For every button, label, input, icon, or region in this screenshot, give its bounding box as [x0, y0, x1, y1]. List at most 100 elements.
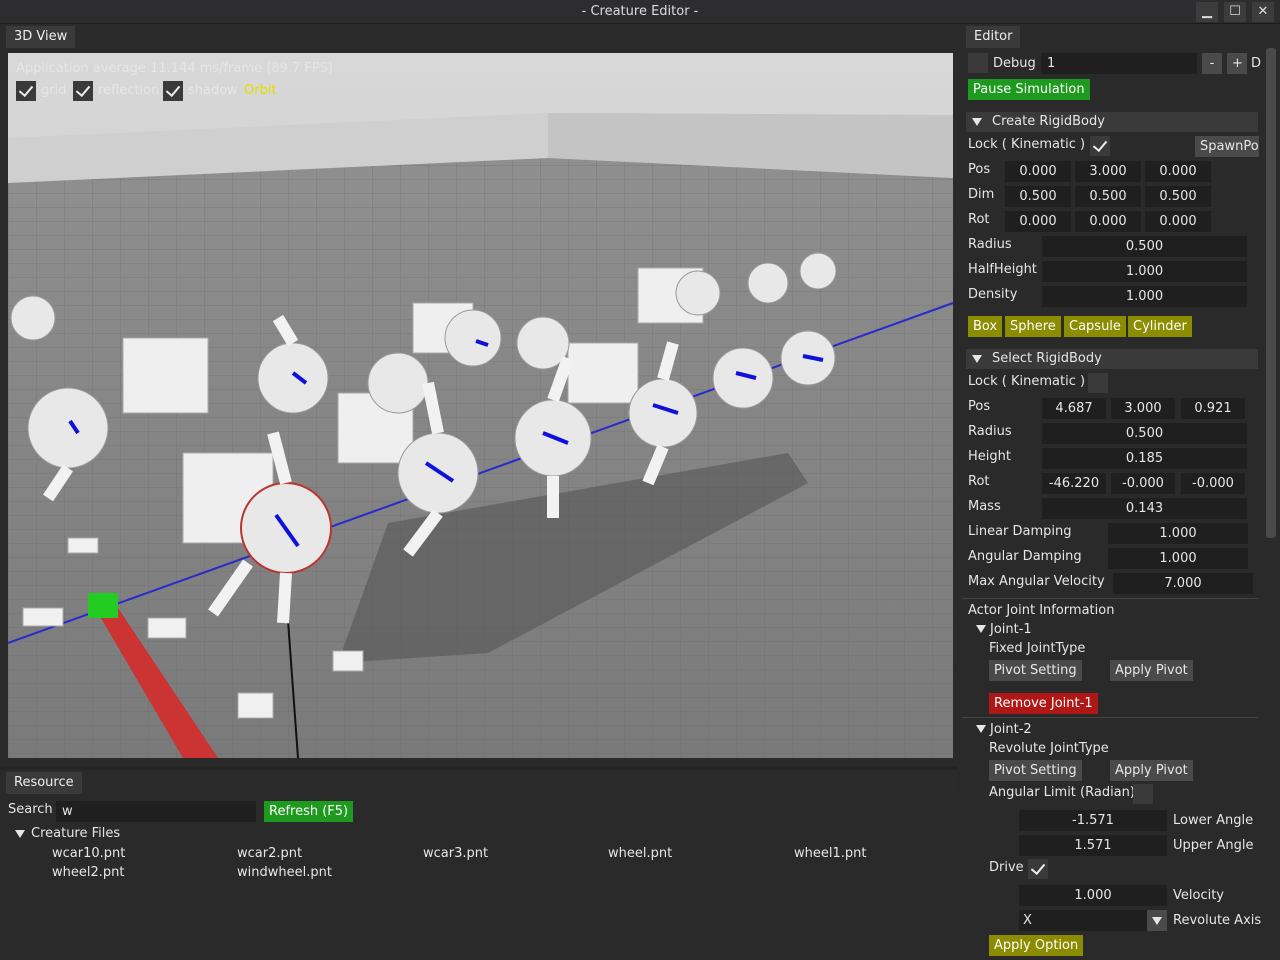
select-radius-input[interactable]: 0.500: [1042, 423, 1247, 444]
create-radius-label: Radius: [968, 237, 1012, 252]
box-button[interactable]: Box: [968, 316, 1003, 337]
create-pos-z[interactable]: 0.000: [1145, 161, 1211, 182]
create-rigidbody-header[interactable]: Create RigidBody: [966, 112, 1258, 132]
title-bar: - Creature Editor - ▁ ☐ ✕: [0, 0, 1280, 24]
reflection-checkbox[interactable]: [73, 81, 93, 101]
lower-angle-input[interactable]: -1.571: [1019, 810, 1167, 831]
file-item[interactable]: windwheel.pnt: [237, 865, 332, 880]
pause-simulation-button[interactable]: Pause Simulation: [968, 79, 1090, 100]
resource-tabbar: Resource: [0, 770, 958, 794]
shadow-checkbox[interactable]: [163, 81, 183, 101]
window-title: - Creature Editor -: [581, 4, 699, 19]
dropdown-arrow-icon[interactable]: [1147, 910, 1167, 931]
tree-expand-icon[interactable]: [15, 830, 25, 838]
decrement-button[interactable]: -: [1202, 53, 1222, 74]
create-halfheight-input[interactable]: 1.000: [1042, 261, 1247, 282]
debug-label: Debug: [993, 56, 1036, 71]
select-pos-x[interactable]: 4.687: [1042, 398, 1106, 419]
grid-checkbox[interactable]: [16, 81, 36, 101]
tab-editor[interactable]: Editor: [966, 26, 1021, 48]
joint-1-node[interactable]: Joint-1: [990, 622, 1032, 637]
grid-label: grid: [41, 83, 67, 98]
create-lock-label: Lock ( Kinematic ): [968, 137, 1086, 152]
angular-damping-label: Angular Damping: [968, 549, 1082, 564]
select-rot-y[interactable]: -0.000: [1111, 473, 1175, 494]
search-input[interactable]: w: [56, 801, 256, 822]
create-rot-label: Rot: [968, 212, 990, 227]
select-rot-x[interactable]: -46.220: [1042, 473, 1106, 494]
viewport-3d[interactable]: [8, 53, 953, 758]
select-pos-label: Pos: [968, 399, 991, 414]
angular-limit-checkbox[interactable]: [1133, 784, 1153, 804]
tab-3d-view[interactable]: 3D View: [6, 26, 76, 48]
select-rot-z[interactable]: -0.000: [1181, 473, 1245, 494]
create-lock-checkbox[interactable]: [1090, 136, 1110, 156]
create-dim-x[interactable]: 0.500: [1005, 186, 1071, 207]
reflection-label: reflection: [98, 83, 160, 98]
creature-files-node[interactable]: Creature Files: [31, 826, 120, 841]
collapse-icon[interactable]: [972, 355, 982, 363]
view3d-tabbar: 3D View: [0, 24, 958, 48]
create-density-input[interactable]: 1.000: [1042, 286, 1247, 307]
create-rot-z[interactable]: 0.000: [1145, 211, 1211, 232]
editor-scrollbar[interactable]: [1266, 48, 1276, 538]
select-pos-y[interactable]: 3.000: [1111, 398, 1175, 419]
file-item[interactable]: wheel1.pnt: [794, 846, 866, 861]
max-angular-velocity-input[interactable]: 7.000: [1113, 573, 1253, 594]
select-mass-input[interactable]: 0.143: [1042, 498, 1247, 519]
joint-2-apply-pivot-button[interactable]: Apply Pivot: [1110, 760, 1193, 781]
select-rot-label: Rot: [968, 474, 990, 489]
select-radius-label: Radius: [968, 424, 1012, 439]
joint-2-node[interactable]: Joint-2: [990, 722, 1032, 737]
upper-angle-label: Upper Angle: [1173, 838, 1254, 853]
file-item[interactable]: wcar2.pnt: [237, 846, 302, 861]
cylinder-button[interactable]: Cylinder: [1128, 316, 1192, 337]
create-dim-label: Dim: [968, 187, 995, 202]
create-rot-x[interactable]: 0.000: [1005, 211, 1071, 232]
collapse-icon[interactable]: [972, 118, 982, 126]
select-pos-z[interactable]: 0.921: [1181, 398, 1245, 419]
drive-checkbox[interactable]: [1028, 859, 1048, 879]
refresh-button[interactable]: Refresh (F5): [264, 801, 354, 822]
create-radius-input[interactable]: 0.500: [1042, 236, 1247, 257]
create-rot-y[interactable]: 0.000: [1075, 211, 1141, 232]
joint-1-pivot-setting-button[interactable]: Pivot Setting: [989, 660, 1082, 681]
select-height-input[interactable]: 0.185: [1042, 448, 1247, 469]
linear-damping-input[interactable]: 1.000: [1108, 523, 1248, 544]
joint-2-type: Revolute JointType: [989, 741, 1109, 756]
file-item[interactable]: wheel.pnt: [608, 846, 672, 861]
create-pos-x[interactable]: 0.000: [1005, 161, 1071, 182]
capsule-button[interactable]: Capsule: [1064, 316, 1126, 337]
expand-icon[interactable]: [976, 625, 986, 633]
upper-angle-input[interactable]: 1.571: [1019, 835, 1167, 856]
joint-1-apply-pivot-button[interactable]: Apply Pivot: [1110, 660, 1193, 681]
maximize-button[interactable]: ☐: [1224, 2, 1246, 22]
select-mass-label: Mass: [968, 499, 1001, 514]
debug-level-input[interactable]: 1: [1041, 53, 1197, 74]
file-item[interactable]: wheel2.pnt: [52, 865, 124, 880]
spawnpos-button[interactable]: SpawnPos: [1195, 136, 1259, 157]
select-rigidbody-header[interactable]: Select RigidBody: [966, 349, 1258, 369]
increment-button[interactable]: +: [1227, 53, 1247, 74]
sphere-button[interactable]: Sphere: [1005, 316, 1061, 337]
angular-damping-input[interactable]: 1.000: [1108, 548, 1248, 569]
joint-2-pivot-setting-button[interactable]: Pivot Setting: [989, 760, 1082, 781]
file-item[interactable]: wcar3.pnt: [423, 846, 488, 861]
create-dim-z[interactable]: 0.500: [1145, 186, 1211, 207]
debug-checkbox[interactable]: [968, 53, 988, 73]
close-button[interactable]: ✕: [1252, 2, 1274, 22]
revolute-axis-select[interactable]: X: [1019, 910, 1147, 931]
select-lock-checkbox[interactable]: [1088, 373, 1108, 393]
tab-resource[interactable]: Resource: [6, 772, 82, 794]
create-density-label: Density: [968, 287, 1018, 302]
file-item[interactable]: wcar10.pnt: [52, 846, 125, 861]
expand-icon[interactable]: [976, 725, 986, 733]
remove-joint-1-button[interactable]: Remove Joint-1: [989, 693, 1098, 714]
create-pos-y[interactable]: 3.000: [1075, 161, 1141, 182]
minimize-button[interactable]: ▁: [1196, 2, 1218, 22]
apply-option-button[interactable]: Apply Option: [989, 935, 1084, 956]
debug-d-label: D: [1251, 56, 1262, 71]
create-halfheight-label: HalfHeight: [968, 262, 1037, 277]
velocity-input[interactable]: 1.000: [1019, 885, 1167, 906]
create-dim-y[interactable]: 0.500: [1075, 186, 1141, 207]
